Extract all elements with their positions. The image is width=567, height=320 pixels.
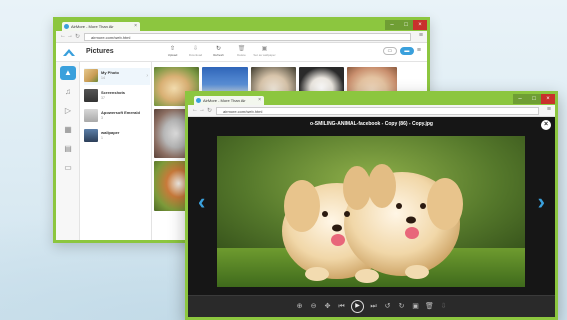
browser-tab[interactable]: AirMore - More Than Air × bbox=[62, 22, 140, 31]
tab-title: AirMore - More Than Air bbox=[71, 24, 114, 29]
browser-menu-icon[interactable]: ≡ bbox=[547, 106, 551, 113]
url-field[interactable]: airmore.com/web.html bbox=[84, 33, 411, 41]
sidebar: ▲ ♫ ▷ ▦ ▤ ▭ bbox=[56, 62, 80, 240]
previous-icon[interactable]: ⏮ bbox=[337, 302, 346, 311]
fit-icon[interactable]: ✥ bbox=[323, 302, 332, 311]
album-count: 1 bbox=[101, 136, 103, 140]
download-icon: ⇩ bbox=[192, 46, 199, 52]
rotate-left-icon[interactable]: ↺ bbox=[383, 302, 392, 311]
minimize-button[interactable]: – bbox=[385, 20, 399, 30]
forward-icon[interactable]: → bbox=[67, 33, 73, 39]
zoom-out-icon[interactable]: ⊖ bbox=[309, 302, 318, 311]
set-wallpaper-button[interactable]: ▣ Set as wallpaper bbox=[253, 46, 276, 57]
wallpaper-label: Set as wallpaper bbox=[253, 53, 276, 57]
refresh-button[interactable]: ↻ Refresh bbox=[207, 46, 230, 57]
refresh-label: Refresh bbox=[213, 53, 224, 57]
app-header: Pictures ⇧ Upload ⇩ Download ↻ Refresh 🗑 Del… bbox=[56, 43, 427, 62]
window-controls: – □ × bbox=[385, 20, 427, 30]
browser-tab[interactable]: AirMore - More Than Air × bbox=[194, 96, 264, 105]
wallpaper-icon: ▣ bbox=[261, 46, 268, 52]
download-icon[interactable]: ⇩ bbox=[439, 302, 448, 311]
puppies-photo bbox=[217, 136, 525, 287]
delete-label: Delete bbox=[237, 53, 246, 57]
album-name: Apowersoft Emerald bbox=[101, 110, 140, 115]
delete-icon: 🗑 bbox=[237, 46, 246, 52]
files-icon[interactable]: ▭ bbox=[60, 161, 76, 175]
download-button[interactable]: ⇩ Download bbox=[184, 46, 207, 57]
chevron-right-icon: › bbox=[146, 73, 148, 79]
album-apowersoft-emerald[interactable]: Apowersoft Emerald 3 bbox=[84, 108, 150, 125]
rotate-right-icon[interactable]: ↻ bbox=[397, 302, 406, 311]
toolbar: ⇧ Upload ⇩ Download ↻ Refresh 🗑 Delete ▣ Set … bbox=[161, 46, 276, 57]
documents-icon[interactable]: ▤ bbox=[60, 142, 76, 156]
tab-bar: AirMore - More Than Air × – □ × bbox=[188, 94, 555, 105]
airmore-favicon-icon bbox=[196, 98, 201, 103]
album-thumbnail bbox=[84, 129, 98, 142]
airmore-favicon-icon bbox=[64, 24, 69, 29]
browser-menu-icon[interactable]: ≡ bbox=[419, 32, 423, 39]
upload-icon: ⇧ bbox=[169, 46, 176, 52]
address-bar: ← → ↻ airmore.com/web.html ≡ bbox=[188, 105, 555, 117]
reload-icon[interactable]: ↻ bbox=[75, 33, 80, 40]
album-name: wallpaper bbox=[101, 130, 120, 135]
image-title: o-SMILING-ANIMAL-facebook - Copy (86) - … bbox=[310, 121, 433, 127]
viewer-controls: ⊕ ⊖ ✥ ⏮ ▶ ⏭ ↺ ↻ ▣ 🗑 ⇩ bbox=[188, 295, 555, 317]
music-icon[interactable]: ♫ bbox=[60, 85, 76, 99]
close-viewer-icon[interactable]: × bbox=[541, 120, 551, 130]
zoom-in-icon[interactable]: ⊕ bbox=[295, 302, 304, 311]
tab-close-icon[interactable]: × bbox=[134, 23, 137, 29]
close-window-button[interactable]: × bbox=[413, 20, 427, 30]
window-controls: – □ × bbox=[513, 94, 555, 104]
album-thumbnail bbox=[84, 69, 98, 82]
minimize-button[interactable]: – bbox=[513, 94, 527, 104]
close-window-button[interactable]: × bbox=[541, 94, 555, 104]
album-count: 14 bbox=[101, 76, 105, 80]
album-thumbnail bbox=[84, 109, 98, 122]
address-bar: ← → ↻ airmore.com/web.html ≡ bbox=[56, 31, 427, 43]
album-name: Screenshots bbox=[101, 90, 126, 95]
upload-button[interactable]: ⇧ Upload bbox=[161, 46, 184, 57]
maximize-button[interactable]: □ bbox=[527, 94, 541, 104]
play-icon[interactable]: ▶ bbox=[351, 300, 364, 313]
apps-icon[interactable]: ▦ bbox=[60, 123, 76, 137]
back-icon[interactable]: ← bbox=[192, 107, 198, 113]
album-count: 3 bbox=[101, 116, 103, 120]
tab-bar: AirMore - More Than Air × – □ × bbox=[56, 20, 427, 31]
album-wallpaper[interactable]: wallpaper 1 bbox=[84, 128, 150, 145]
browser-window-viewer: AirMore - More Than Air × – □ × ← → ↻ ai… bbox=[185, 91, 558, 320]
connect-phone-button[interactable]: ▭ bbox=[382, 47, 397, 55]
reload-icon[interactable]: ↻ bbox=[207, 107, 212, 114]
photo-viewer: o-SMILING-ANIMAL-facebook - Copy (86) - … bbox=[188, 117, 555, 317]
refresh-icon: ↻ bbox=[215, 46, 222, 52]
delete-button[interactable]: 🗑 Delete bbox=[230, 46, 253, 57]
album-name: My Photo bbox=[101, 70, 119, 75]
delete-icon[interactable]: 🗑 bbox=[425, 302, 434, 311]
next-icon[interactable]: ⏭ bbox=[369, 302, 378, 311]
page-title: Pictures bbox=[86, 48, 114, 55]
previous-image-icon[interactable]: ‹ bbox=[198, 189, 205, 215]
tab-close-icon[interactable]: × bbox=[258, 97, 261, 103]
album-my-photo[interactable]: My Photo 14 › bbox=[84, 68, 150, 85]
tab-title: AirMore - More Than Air bbox=[203, 98, 246, 103]
photos-icon[interactable]: ▲ bbox=[60, 66, 76, 80]
wallpaper-icon[interactable]: ▣ bbox=[411, 302, 420, 311]
video-icon[interactable]: ▷ bbox=[60, 104, 76, 118]
menu-icon[interactable]: ≡ bbox=[417, 47, 421, 55]
album-list: My Photo 14 › Screenshots 37 Apowersoft … bbox=[80, 62, 152, 240]
download-label: Download bbox=[188, 53, 203, 57]
upload-label: Upload bbox=[167, 53, 178, 57]
maximize-button[interactable]: □ bbox=[399, 20, 413, 30]
url-field[interactable]: airmore.com/web.html bbox=[216, 107, 539, 115]
main-photo bbox=[217, 136, 525, 287]
back-icon[interactable]: ← bbox=[60, 33, 66, 39]
header-actions: ▭ ▬ ≡ bbox=[382, 47, 421, 55]
album-count: 37 bbox=[101, 96, 105, 100]
airmore-logo-icon bbox=[63, 49, 75, 56]
next-image-icon[interactable]: › bbox=[538, 189, 545, 215]
folder-view-button[interactable]: ▬ bbox=[399, 47, 414, 55]
album-screenshots[interactable]: Screenshots 37 bbox=[84, 88, 150, 105]
forward-icon[interactable]: → bbox=[199, 107, 205, 113]
album-thumbnail bbox=[84, 89, 98, 102]
